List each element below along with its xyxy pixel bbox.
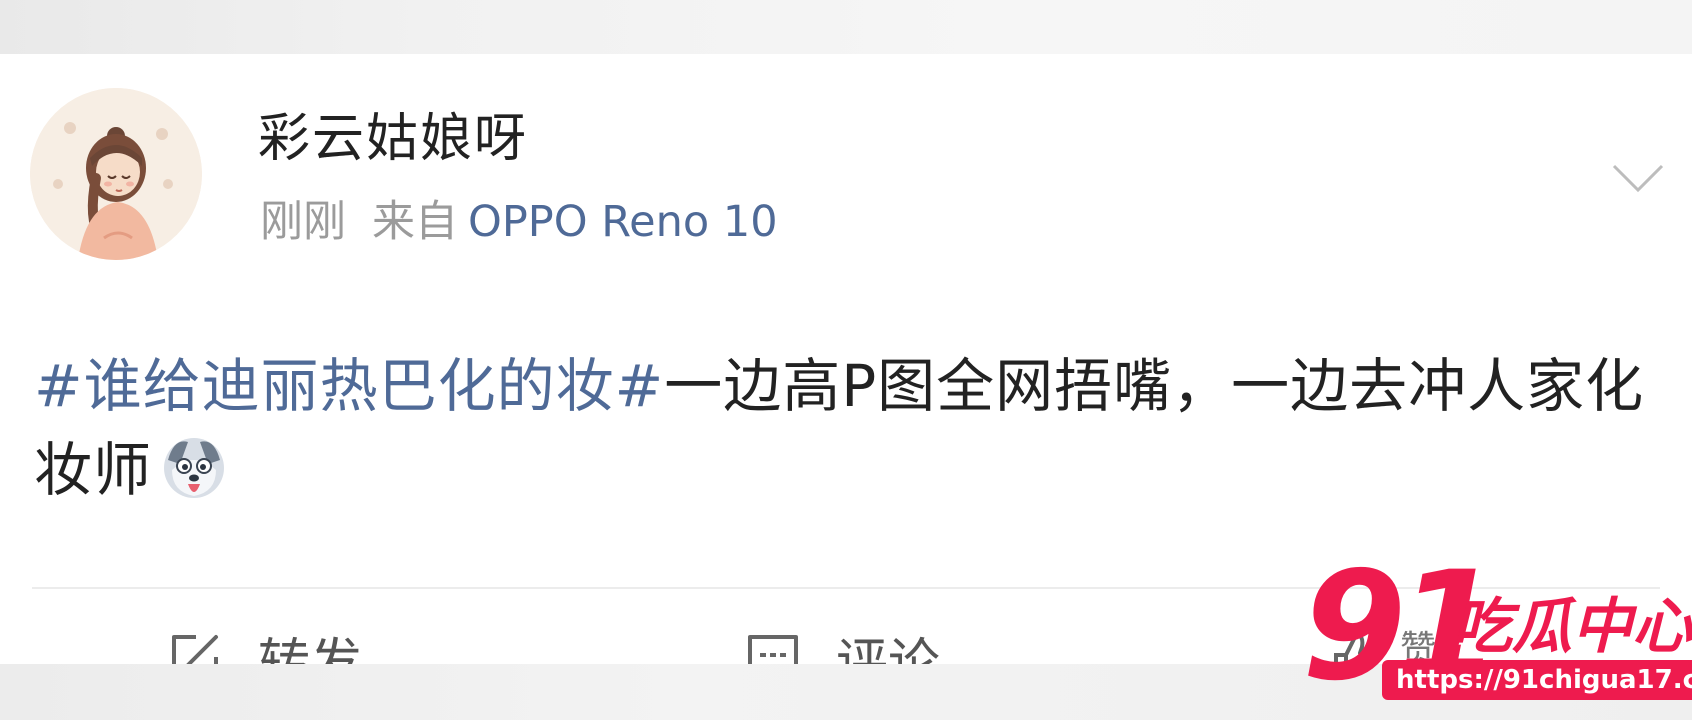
author-name[interactable]: 彩云姑娘呀	[258, 104, 528, 174]
avatar-illustration	[30, 88, 202, 260]
post-meta: 刚刚 来自 OPPO Reno 10	[260, 192, 778, 252]
hashtag-link[interactable]: #谁给迪丽热巴化的妆#	[34, 352, 664, 420]
top-shade	[0, 0, 1692, 54]
chevron-down-icon[interactable]	[1610, 162, 1666, 196]
device-link[interactable]: OPPO Reno 10	[468, 197, 778, 247]
source-prefix: 来自	[372, 197, 458, 247]
avatar[interactable]	[30, 88, 202, 260]
post-time: 刚刚	[260, 197, 346, 247]
watermark-url: https://91chigua17.com	[1382, 660, 1692, 700]
husky-tongue-emoji	[158, 430, 230, 502]
post-body: #谁给迪丽热巴化的妆#一边高P图全网捂嘴，一边去冲人家化妆师	[34, 344, 1664, 512]
watermark-brand: 吃瓜中心	[1452, 592, 1692, 662]
watermark-logo: 91 吃瓜中心 https://91chigua17.com	[1302, 552, 1692, 712]
